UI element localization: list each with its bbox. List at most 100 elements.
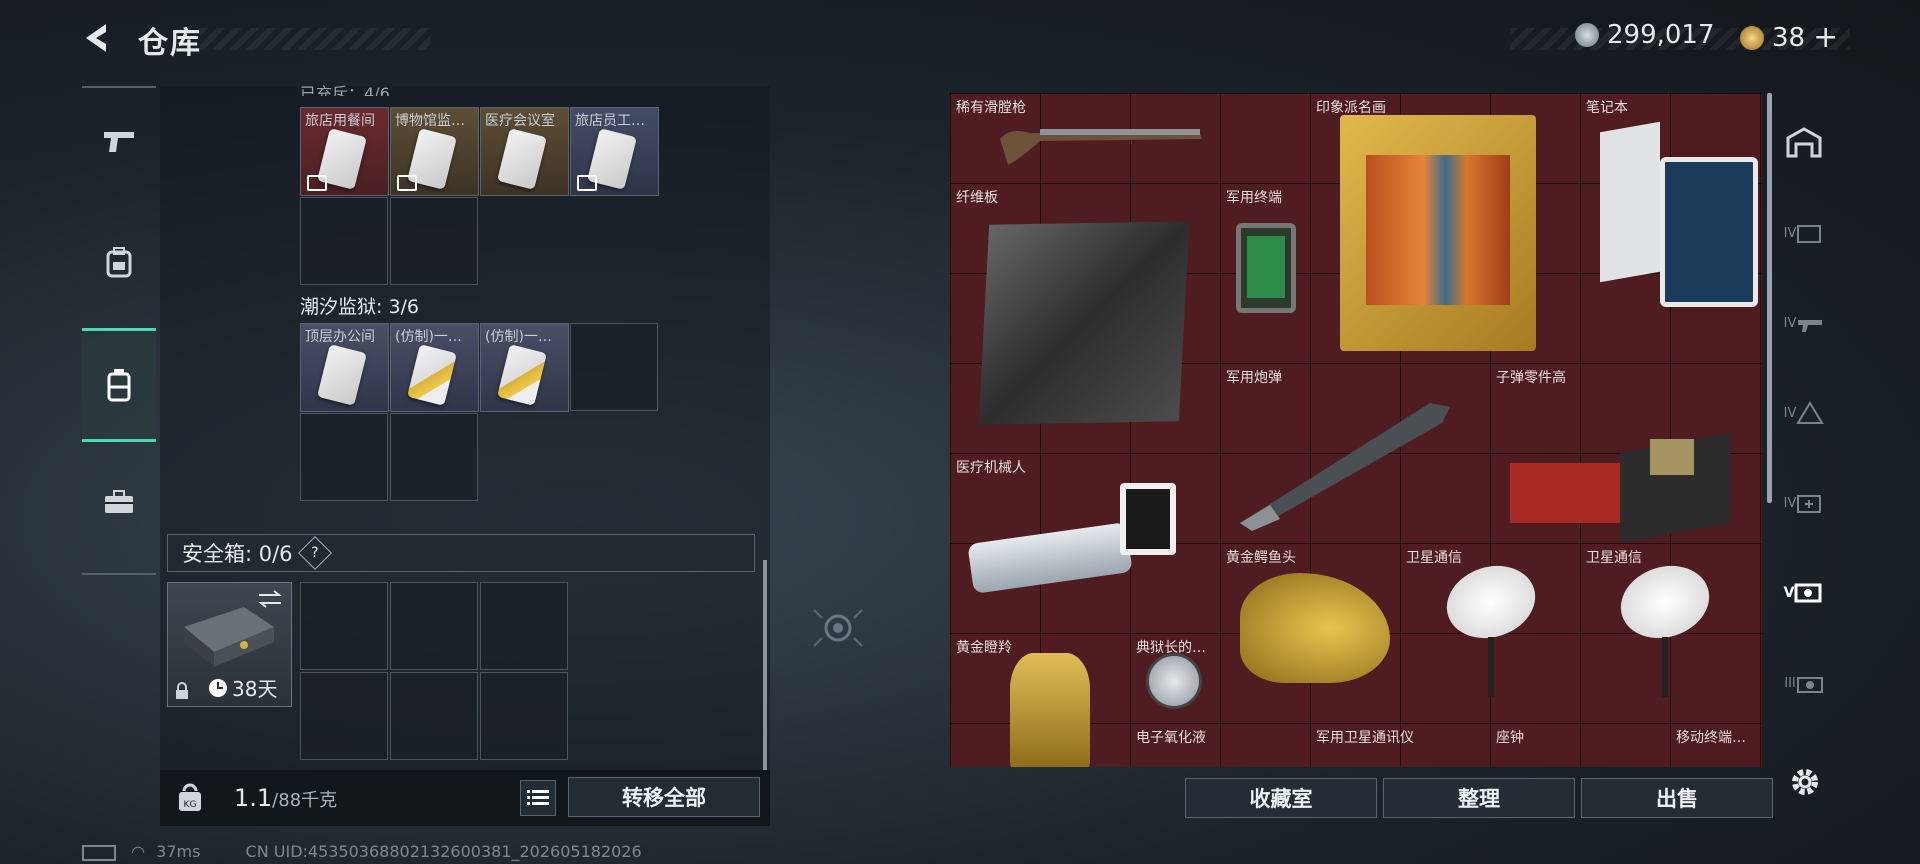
keycard-image — [497, 128, 547, 190]
medical-robot-item[interactable] — [967, 483, 1180, 623]
keycard-slot[interactable]: (仿制)一… — [480, 323, 569, 412]
item-label: 卫星通信 — [1406, 550, 1462, 566]
gem-icon — [1794, 583, 1822, 603]
item-label: 卫星通信 — [1586, 550, 1642, 566]
backpack-icon — [106, 247, 132, 278]
safe-case-slot[interactable]: 38天 — [167, 582, 292, 707]
stash-tab-4c[interactable]: IV — [1776, 378, 1832, 448]
stash-tab-4d[interactable]: IV — [1776, 468, 1832, 538]
stash-scrollbar[interactable] — [1767, 93, 1772, 503]
item-label: 军用终端 — [1226, 190, 1282, 206]
item-label: 医疗机械人 — [956, 460, 1026, 476]
target-icon — [813, 609, 863, 647]
keycard-slot[interactable]: 旅店用餐间 — [300, 107, 389, 196]
item-label: 纤维板 — [956, 190, 998, 206]
keycard-image — [317, 344, 367, 406]
item-label: 黄金瞪羚 — [956, 640, 1012, 656]
wifi-icon: ◠ — [131, 842, 146, 861]
no-transfer-icon — [307, 175, 327, 191]
item-label: 电子氧化液 — [1136, 730, 1206, 746]
briefcase-icon — [105, 490, 133, 513]
title-decoration — [200, 28, 430, 50]
keycard-slot[interactable]: 顶层办公间 — [300, 323, 389, 412]
nav-containers[interactable] — [82, 328, 156, 442]
stash-tab-3[interactable]: III — [1776, 648, 1832, 718]
nav-briefcase[interactable] — [82, 448, 156, 556]
help-button[interactable]: ? — [297, 536, 332, 570]
gold-coin-icon — [1740, 25, 1764, 50]
status-footer: ◠ 37ms CN UID:45350368802132600381_20260… — [82, 842, 642, 861]
item-label: 军用卫星通讯仪 — [1316, 730, 1414, 746]
gold-currency[interactable]: 38 + — [1740, 20, 1838, 55]
painting-item[interactable] — [1340, 115, 1536, 351]
empty-slot[interactable] — [480, 582, 568, 670]
military-terminal-item[interactable] — [1236, 223, 1296, 313]
musket-item[interactable] — [1000, 109, 1210, 169]
stash-grid[interactable]: 稀有滑膛枪 印象派名画 笔记本 纤维板 军用终端 军用炮弹 子弹零件高 医疗机械… — [950, 93, 1762, 767]
collection-room-button[interactable]: 收藏室 — [1185, 778, 1377, 818]
no-transfer-icon — [577, 175, 597, 191]
keycard-slot[interactable]: 博物馆监… — [390, 107, 479, 196]
empty-slot[interactable] — [390, 672, 478, 760]
list-view-button[interactable] — [520, 780, 556, 816]
fiberboard-item[interactable] — [978, 221, 1190, 425]
medkit-icon — [1797, 495, 1822, 513]
empty-slot[interactable] — [390, 413, 478, 501]
laptop-item[interactable] — [1600, 121, 1758, 307]
golden-gazelle-item[interactable] — [1010, 653, 1090, 767]
empty-slot[interactable] — [300, 197, 388, 285]
empty-slot[interactable] — [480, 672, 568, 760]
tidal-prison-label: 潮汐监狱: 3/6 — [300, 296, 420, 318]
swap-icon[interactable] — [257, 589, 283, 609]
back-arrow-icon — [86, 24, 106, 52]
satellite-dish-item[interactable] — [1610, 554, 1720, 717]
empty-slot[interactable] — [390, 197, 478, 285]
artillery-shell-item[interactable] — [1230, 383, 1460, 533]
silver-coin-icon — [1575, 23, 1599, 47]
empty-slot[interactable] — [300, 672, 388, 760]
back-button[interactable] — [80, 20, 116, 56]
satellite-dish-item[interactable] — [1436, 554, 1546, 717]
safe-box-label: 安全箱: 0/6 — [182, 542, 293, 566]
sell-button[interactable]: 出售 — [1581, 778, 1773, 818]
camera-icon — [1796, 677, 1823, 693]
left-scrollbar[interactable] — [763, 560, 767, 770]
item-label: 移动终端… — [1676, 730, 1746, 746]
keycard-slot[interactable]: 医疗会议室 — [480, 107, 569, 196]
left-category-nav — [82, 86, 156, 575]
warden-badge-item[interactable] — [1146, 653, 1202, 709]
item-label: 座钟 — [1496, 730, 1524, 746]
pistol-icon — [104, 132, 134, 152]
transfer-all-button[interactable]: 转移全部 — [568, 777, 760, 817]
bullet-parts-item[interactable] — [1510, 423, 1740, 543]
stash-tab-4a[interactable]: IV — [1776, 198, 1832, 268]
empty-slot[interactable] — [300, 413, 388, 501]
nav-backpack[interactable] — [82, 208, 156, 316]
keycard-slot[interactable]: (仿制)一… — [390, 323, 479, 412]
weight-icon: KG — [179, 783, 201, 811]
item-label: 印象派名画 — [1316, 100, 1386, 116]
uid-text: CN UID:45350368802132600381_202605182026 — [245, 842, 642, 861]
lock-icon — [176, 682, 188, 699]
nav-weapons[interactable] — [82, 88, 156, 196]
empty-slot[interactable] — [300, 582, 388, 670]
gold-add-button[interactable]: + — [1813, 20, 1838, 55]
keycard-grid-1: 旅店用餐间 博物馆监… 医疗会议室 旅店员工… — [300, 107, 662, 287]
keycard-image — [497, 344, 547, 406]
rental-days: 38天 — [232, 677, 278, 701]
stash-tab-5[interactable]: V — [1776, 558, 1832, 628]
keycard-grid-2: 顶层办公间 (仿制)一… (仿制)一… — [300, 323, 662, 503]
settings-gear-icon[interactable] — [1788, 765, 1822, 799]
item-label: 子弹零件高 — [1496, 370, 1566, 386]
clock-icon — [209, 678, 227, 697]
stash-tab-floor[interactable] — [1776, 108, 1832, 178]
empty-slot[interactable] — [390, 582, 478, 670]
arrange-button[interactable]: 整理 — [1383, 778, 1575, 818]
item-label: 黄金鳄鱼头 — [1226, 550, 1296, 566]
empty-slot[interactable] — [570, 323, 658, 411]
stash-tab-4b[interactable]: IV — [1776, 288, 1832, 358]
item-label: 笔记本 — [1586, 100, 1628, 116]
silver-currency: 299,017 — [1575, 20, 1715, 50]
keycard-slot[interactable]: 旅店员工… — [570, 107, 659, 196]
golden-croc-head-item[interactable] — [1240, 573, 1390, 683]
